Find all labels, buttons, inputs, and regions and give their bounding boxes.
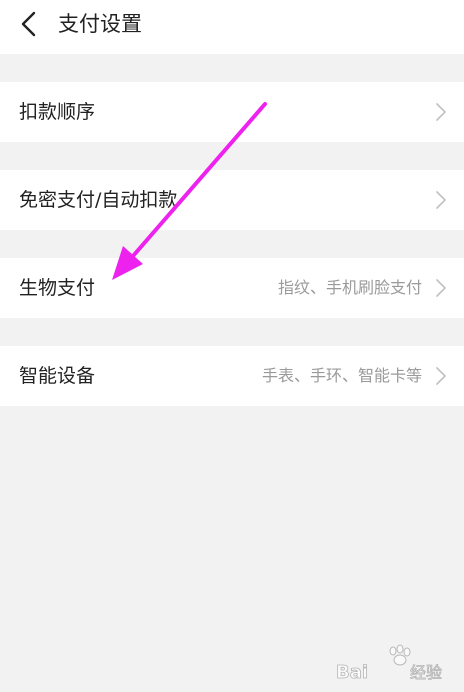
paw-icon <box>389 644 411 666</box>
page-title: 支付设置 <box>58 12 142 36</box>
row-hint: 手表、手环、智能卡等 <box>261 366 422 385</box>
row-label: 免密支付/自动扣款 <box>19 189 178 211</box>
settings-row-smart-devices[interactable]: 智能设备 手表、手环、智能卡等 <box>0 346 464 406</box>
settings-row-biometric-payment[interactable]: 生物支付 指纹、手机刷脸支付 <box>0 258 464 318</box>
settings-row-password-free[interactable]: 免密支付/自动扣款 <box>0 170 464 230</box>
baidu-watermark: Bai 经验 <box>336 644 442 683</box>
chevron-left-icon[interactable] <box>14 9 44 39</box>
settings-row-deduction-order[interactable]: 扣款顺序 <box>0 82 464 142</box>
row-label: 生物支付 <box>19 277 96 299</box>
chevron-right-icon <box>436 279 446 297</box>
chevron-right-icon <box>436 191 446 209</box>
top-bar: 支付设置 <box>0 0 464 54</box>
chevron-right-icon <box>436 367 446 385</box>
row-label: 扣款顺序 <box>19 101 96 123</box>
chevron-right-icon <box>436 103 446 121</box>
row-hint: 指纹、手机刷脸支付 <box>277 278 422 297</box>
watermark-text-bai: Bai <box>336 662 368 683</box>
watermark-text-jingyan: 经验 <box>410 663 442 682</box>
row-label: 智能设备 <box>19 365 96 387</box>
